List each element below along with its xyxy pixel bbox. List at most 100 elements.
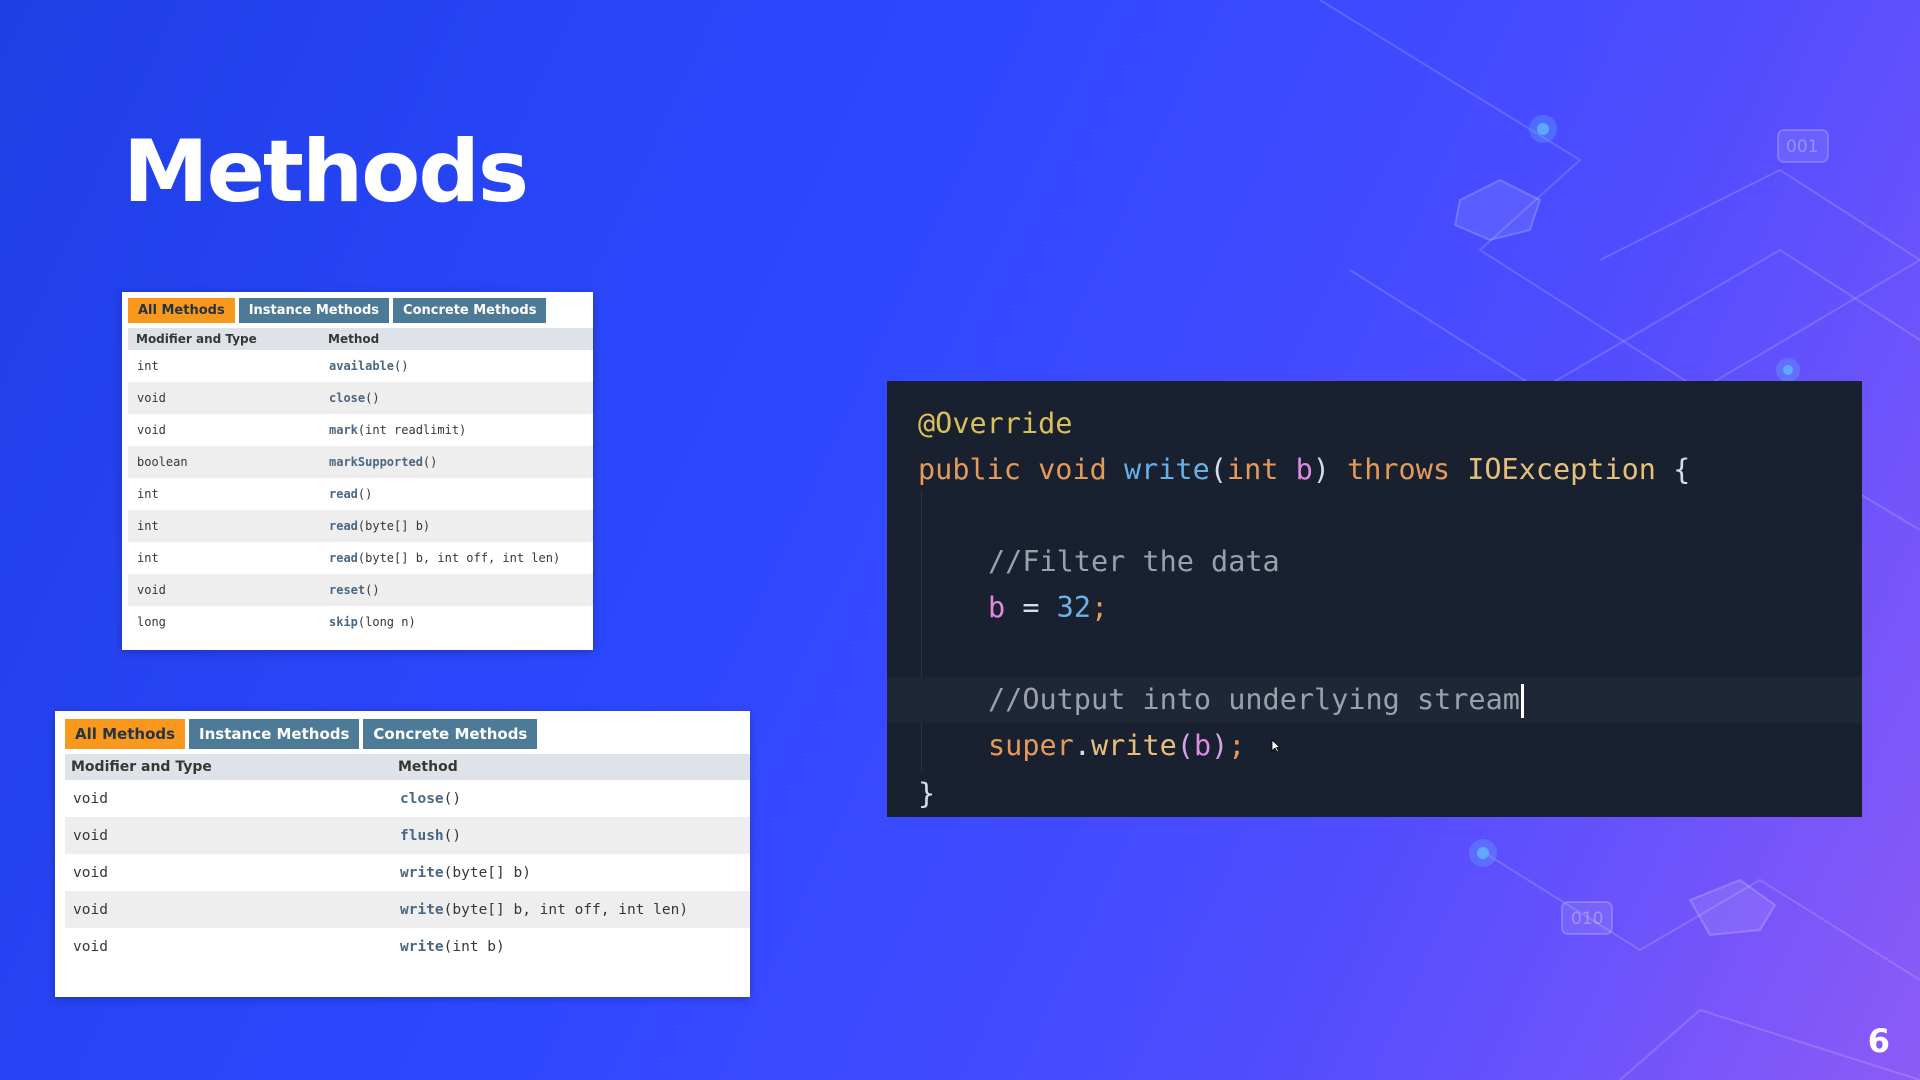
method-link[interactable]: read [329, 487, 358, 501]
exception-token: IOException [1467, 453, 1656, 486]
table-row: long skip(long n) [128, 606, 593, 638]
table-row: void write(byte[] b) [65, 854, 750, 891]
method-signature: write(int b) [392, 928, 750, 965]
method-signature: close() [320, 382, 593, 414]
keyword-token: public [918, 453, 1021, 486]
method-link[interactable]: write [400, 939, 444, 955]
table-row: boolean markSupported() [128, 446, 593, 478]
semicolon-token: ; [1090, 591, 1109, 624]
table-header-row: Modifier and Type Method [65, 754, 750, 780]
method-signature: reset() [320, 574, 593, 606]
tab-all-methods[interactable]: All Methods [128, 298, 235, 323]
method-table: Modifier and Type Method void close() voi… [65, 754, 750, 965]
brace-token: { [1673, 453, 1691, 486]
type-token: int [1226, 453, 1279, 486]
method-args: () [365, 391, 380, 405]
code-editor[interactable]: @Override public void write(int b) throw… [887, 381, 1862, 817]
method-link[interactable]: write [400, 865, 444, 881]
method-link[interactable]: flush [400, 828, 444, 844]
method-link[interactable]: skip [329, 615, 358, 629]
table-row: void mark(int readlimit) [128, 414, 593, 446]
modifier-type: void [128, 414, 320, 446]
modifier-type: void [65, 780, 392, 817]
annotation-token: @Override [918, 407, 1073, 440]
method-args: () [365, 583, 380, 597]
argument-token: b [1193, 729, 1212, 762]
method-signature: mark(int readlimit) [320, 414, 593, 446]
column-header-method: Method [392, 754, 750, 780]
method-call-token: write [1090, 729, 1177, 762]
text-caret [1520, 684, 1524, 718]
deco-label-001: 001 [1786, 137, 1819, 157]
modifier-type: int [128, 510, 320, 542]
table-row: void close() [128, 382, 593, 414]
method-args: (byte[] b, int off, int len) [443, 901, 689, 918]
table-row: int read(byte[] b) [128, 510, 593, 542]
table-row: void write(byte[] b, int off, int len) [65, 891, 750, 928]
method-args: () [357, 487, 373, 501]
modifier-type: void [65, 928, 392, 965]
method-link[interactable]: read [329, 551, 358, 565]
method-link[interactable]: mark [329, 423, 358, 437]
modifier-type: int [128, 478, 320, 510]
code-line-annotation: @Override [887, 401, 1862, 447]
variable-token: b [988, 591, 1006, 624]
code-line-signature: public void write(int b) throws IOExcept… [918, 453, 1691, 486]
method-signature: flush() [392, 817, 750, 854]
method-link[interactable]: close [400, 791, 444, 807]
slide-title: Methods [123, 122, 529, 222]
tab-all-methods[interactable]: All Methods [65, 719, 186, 749]
method-summary-inputstream: All Methods Instance Methods Concrete Me… [122, 292, 593, 650]
method-link[interactable]: close [329, 391, 365, 405]
keyword-token: super [988, 729, 1074, 762]
method-summary-outputstream: All Methods Instance Methods Concrete Me… [55, 711, 750, 997]
method-link[interactable]: available [329, 359, 394, 373]
method-args: (int b) [443, 938, 505, 955]
modifier-type: int [128, 542, 320, 574]
modifier-type: void [128, 382, 320, 414]
method-signature: close() [392, 780, 750, 817]
operator-token: = [1005, 591, 1057, 624]
table-row: void write(int b) [65, 928, 750, 965]
method-signature: skip(long n) [320, 606, 593, 638]
method-name-token: write [1123, 453, 1210, 486]
column-header-method: Method [320, 328, 593, 350]
modifier-type: void [65, 891, 392, 928]
method-args: () [443, 827, 462, 844]
method-link[interactable]: write [400, 902, 444, 918]
method-args: () [443, 790, 462, 807]
number-token: 32 [1056, 591, 1091, 624]
table-row: int read(byte[] b, int off, int len) [128, 542, 593, 574]
column-header-type: Modifier and Type [65, 754, 392, 780]
tab-instance-methods[interactable]: Instance Methods [189, 719, 360, 749]
tab-concrete-methods[interactable]: Concrete Methods [363, 719, 538, 749]
table-row: int available() [128, 350, 593, 382]
table-row: void flush() [65, 817, 750, 854]
table-row: void reset() [128, 574, 593, 606]
tab-concrete-methods[interactable]: Concrete Methods [393, 298, 547, 323]
method-signature: write(byte[] b, int off, int len) [392, 891, 750, 928]
modifier-type: int [128, 350, 320, 382]
keyword-token: throws [1347, 453, 1451, 486]
table-row: void close() [65, 780, 750, 817]
method-link[interactable]: reset [329, 583, 365, 597]
mouse-pointer-icon [1271, 739, 1281, 753]
method-signature: write(byte[] b) [392, 854, 750, 891]
tab-instance-methods[interactable]: Instance Methods [238, 298, 390, 323]
semicolon-token: ; [1228, 729, 1246, 762]
modifier-type: void [65, 817, 392, 854]
method-signature: markSupported() [320, 446, 593, 478]
deco-label-010: 010 [1571, 909, 1604, 929]
method-signature: read(byte[] b, int off, int len) [320, 542, 593, 574]
method-link[interactable]: markSupported [329, 455, 423, 469]
code-line-super-call: super.write(b); [988, 729, 1246, 762]
comment-token: //Output into underlying stream [988, 683, 1520, 716]
method-signature: read() [320, 478, 593, 510]
modifier-type: void [128, 574, 320, 606]
method-args: () [394, 359, 409, 373]
method-link[interactable]: read [329, 519, 358, 533]
method-args: () [422, 455, 438, 469]
method-tabs: All Methods Instance Methods Concrete Me… [128, 298, 593, 323]
method-args: (byte[] b) [443, 864, 531, 881]
modifier-type: boolean [128, 446, 320, 478]
